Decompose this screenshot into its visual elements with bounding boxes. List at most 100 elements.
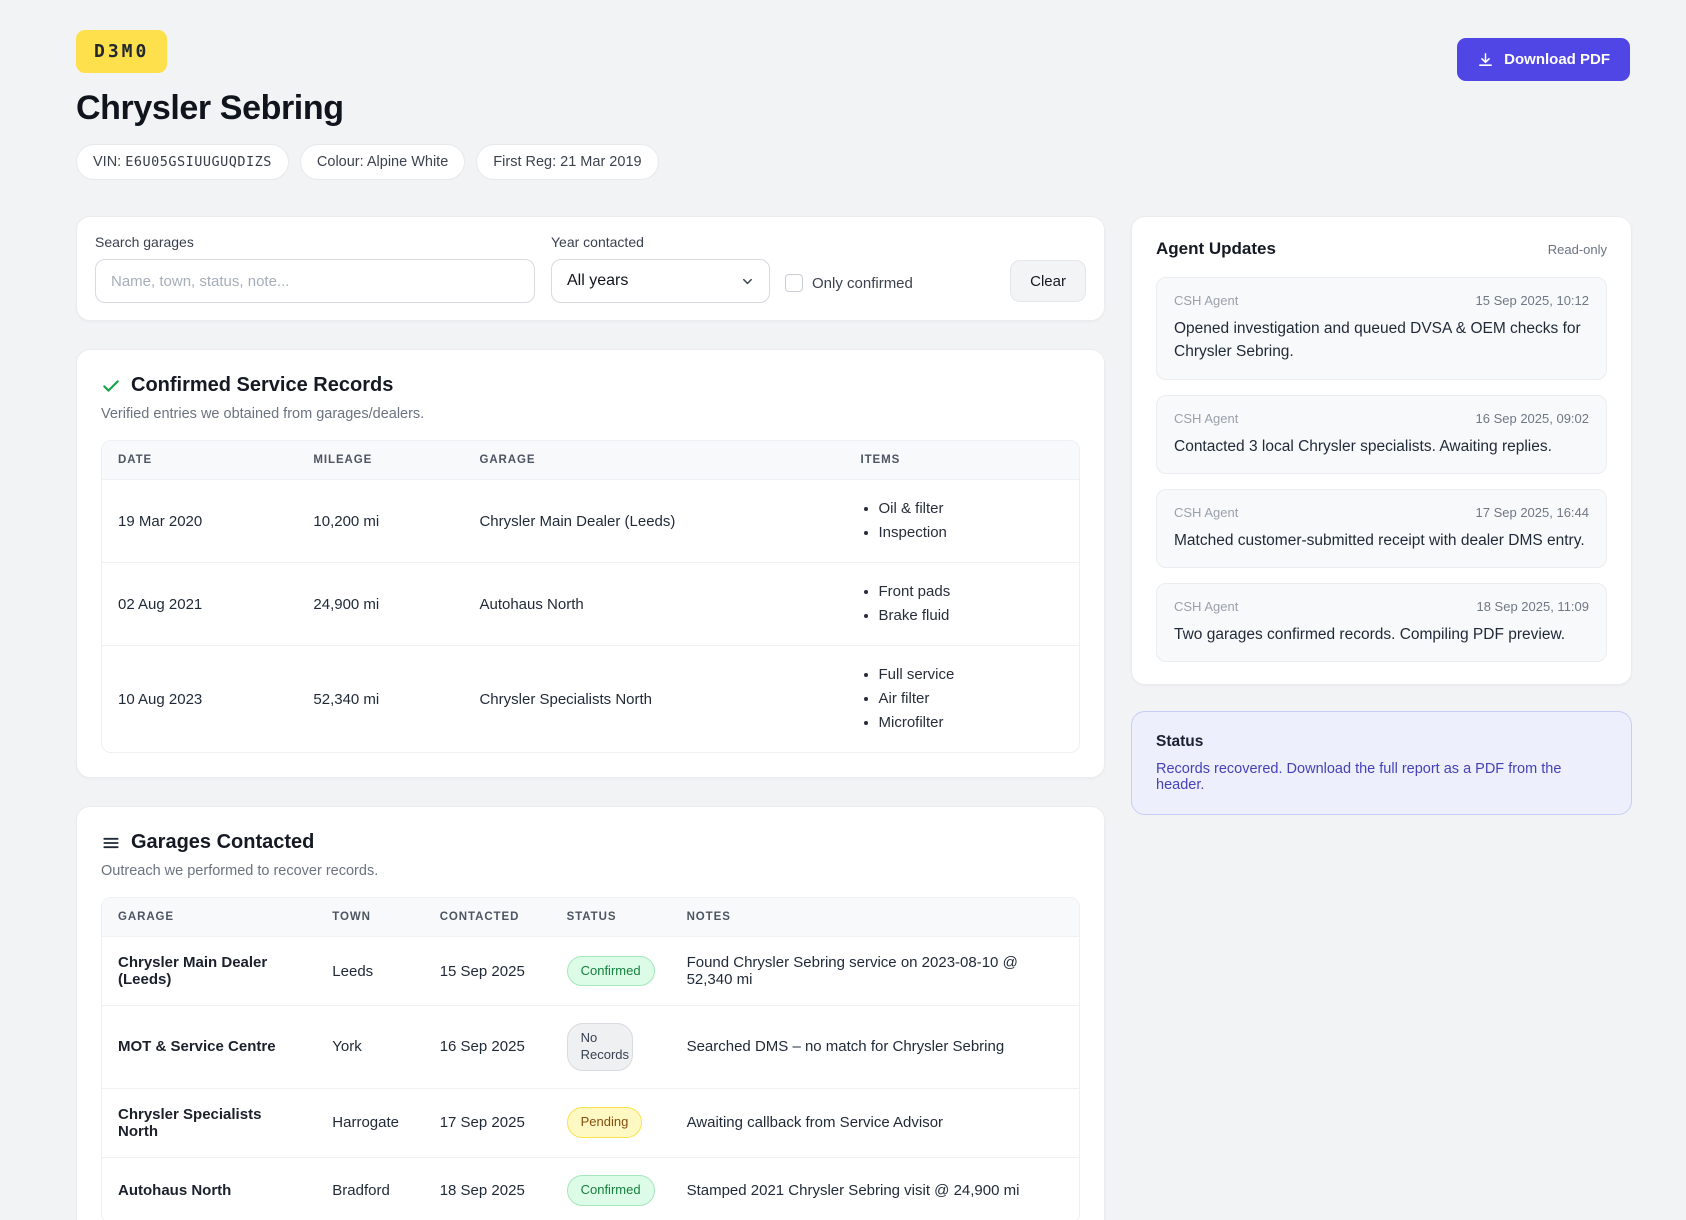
- vin-label: VIN:: [93, 154, 122, 170]
- status-badge: Pending: [566, 1107, 643, 1139]
- update-timestamp: 17 Sep 2025, 16:44: [1475, 504, 1590, 520]
- update-agent: CSH Agent: [1174, 599, 1239, 614]
- cell-town: Harrogate: [332, 1114, 399, 1132]
- cell-items: Oil & filter Inspection: [845, 480, 1080, 563]
- year-label: Year contacted: [551, 234, 644, 250]
- status-message: Records recovered. Download the full rep…: [1156, 761, 1562, 794]
- agent-updates-card: Agent Updates Read-only CSH Agent 15 Sep…: [1131, 216, 1632, 686]
- table-row: 19 Mar 2020 10,200 mi Chrysler Main Deal…: [102, 479, 1080, 563]
- table-row: MOT & Service Centre York 16 Sep 2025 No…: [102, 1005, 1079, 1089]
- cell-garage: Autohaus North: [479, 595, 584, 613]
- readonly-label: Read-only: [1547, 241, 1607, 257]
- download-pdf-label: Download PDF: [1504, 51, 1610, 68]
- update-timestamp: 15 Sep 2025, 10:12: [1475, 293, 1590, 308]
- item: Microfilter: [879, 711, 1064, 735]
- vin-chip: VIN: E6U05GSIUUGUQDIZS: [76, 144, 289, 180]
- confirmed-records-table: Date Mileage Garage Items 19 Mar 2020 10…: [101, 440, 1080, 753]
- col-date: Date: [118, 454, 153, 466]
- col-town: Town: [332, 911, 371, 923]
- menu-lines-icon: [101, 833, 121, 853]
- year-select[interactable]: All years: [551, 259, 770, 303]
- year-select-value: All years: [567, 272, 629, 289]
- download-icon: [1477, 51, 1494, 68]
- cell-status: Confirmed: [551, 937, 671, 1006]
- item: Oil & filter: [879, 497, 1064, 521]
- page: D3M0 Chrysler Sebring VIN: E6U05GSIUUGUQ…: [0, 0, 1686, 1220]
- update-message: Matched customer-submitted receipt with …: [1174, 531, 1585, 549]
- cell-garage: MOT & Service Centre: [118, 1038, 276, 1056]
- header-left: D3M0 Chrysler Sebring VIN: E6U05GSIUUGUQ…: [76, 30, 659, 180]
- cell-mileage: 10,200 mi: [313, 512, 380, 530]
- update-timestamp: 18 Sep 2025, 11:09: [1476, 599, 1589, 614]
- col-notes: Notes: [686, 911, 731, 923]
- sidebar: Agent Updates Read-only CSH Agent 15 Sep…: [1131, 216, 1632, 816]
- search-group: Search garages: [95, 234, 535, 303]
- cell-garage: Autohaus North: [118, 1181, 232, 1199]
- cell-status: Confirmed: [551, 1157, 671, 1220]
- garages-contacted-table: Garage Town Contacted Status Notes Chrys…: [101, 897, 1080, 1220]
- cell-status: Pending: [551, 1088, 671, 1157]
- col-items: Items: [860, 454, 901, 466]
- cell-contacted: 17 Sep 2025: [439, 1114, 525, 1132]
- first-reg-chip: First Reg: 21 Mar 2019: [476, 144, 659, 180]
- header: D3M0 Chrysler Sebring VIN: E6U05GSIUUGUQ…: [76, 30, 1630, 180]
- cell-notes: Searched DMS – no match for Chrysler Seb…: [686, 1038, 1005, 1056]
- update-message: Two garages confirmed records. Compiling…: [1174, 626, 1566, 643]
- update-agent: CSH Agent: [1174, 293, 1239, 308]
- confirmed-records-title: Confirmed Service Records: [131, 374, 394, 396]
- table-row: Chrysler Main Dealer (Leeds) Leeds 15 Se…: [102, 936, 1079, 1006]
- col-status: Status: [566, 911, 617, 923]
- cell-town: York: [332, 1038, 362, 1056]
- col-garage: Garage: [479, 454, 536, 466]
- col-mileage: Mileage: [313, 454, 373, 466]
- chevron-down-icon: [740, 274, 755, 289]
- update-message: Opened investigation and queued DVSA & O…: [1174, 320, 1581, 361]
- table-row: 02 Aug 2021 24,900 mi Autohaus North Fro…: [102, 562, 1080, 646]
- cell-notes: Stamped 2021 Chrysler Sebring visit @ 24…: [686, 1181, 1020, 1199]
- cell-town: Leeds: [332, 962, 374, 980]
- search-input[interactable]: [95, 259, 535, 303]
- cell-garage: Chrysler Main Dealer (Leeds): [479, 512, 676, 530]
- status-badge: Confirmed: [566, 955, 655, 987]
- page-title: Chrysler Sebring: [76, 89, 344, 127]
- status-title: Status: [1156, 733, 1204, 751]
- confirmed-records-subtitle: Verified entries we obtained from garage…: [101, 406, 425, 422]
- item: Air filter: [879, 687, 1064, 711]
- cell-mileage: 52,340 mi: [313, 690, 380, 708]
- cell-contacted: 16 Sep 2025: [439, 1038, 525, 1056]
- status-panel: Status Records recovered. Download the f…: [1131, 711, 1632, 816]
- update-agent: CSH Agent: [1174, 410, 1239, 426]
- status-badge: No Records: [566, 1023, 633, 1071]
- download-pdf-button[interactable]: Download PDF: [1457, 38, 1630, 81]
- item: Front pads: [879, 580, 1064, 604]
- cell-date: 02 Aug 2021: [118, 595, 203, 613]
- demo-badge: D3M0: [76, 30, 168, 73]
- garages-contacted-subtitle: Outreach we performed to recover records…: [101, 863, 379, 879]
- cell-notes: Found Chrysler Sebring service on 2023-0…: [686, 954, 1018, 988]
- cell-town: Bradford: [332, 1181, 390, 1199]
- cell-garage: Chrysler Specialists North: [118, 1105, 262, 1140]
- cell-items: Front pads Brake fluid: [845, 563, 1080, 646]
- table-row: 10 Aug 2023 52,340 mi Chrysler Specialis…: [102, 645, 1080, 753]
- garages-contacted-title: Garages Contacted: [131, 831, 315, 853]
- cell-notes: Awaiting callback from Service Advisor: [686, 1114, 944, 1132]
- table-row: Autohaus North Bradford 18 Sep 2025 Conf…: [102, 1157, 1079, 1220]
- cell-items: Full service Air filter Microfilter: [845, 646, 1080, 753]
- only-confirmed-checkbox[interactable]: [785, 274, 803, 292]
- col-garage: Garage: [118, 911, 174, 923]
- agent-update-item: CSH Agent 18 Sep 2025, 11:09 Two garages…: [1156, 583, 1607, 663]
- search-label: Search garages: [95, 234, 194, 250]
- year-group: Year contacted All years: [551, 234, 770, 303]
- agent-update-item: CSH Agent 17 Sep 2025, 16:44 Matched cus…: [1156, 488, 1607, 568]
- agent-update-list: CSH Agent 15 Sep 2025, 10:12 Opened inve…: [1156, 277, 1607, 663]
- confirmed-records-card: Confirmed Service Records Verified entri…: [76, 349, 1105, 778]
- content-layout: Search garages Year contacted All years: [76, 216, 1632, 1220]
- cell-contacted: 18 Sep 2025: [439, 1181, 525, 1199]
- garages-contacted-card: Garages Contacted Outreach we performed …: [76, 806, 1105, 1220]
- only-confirmed-label: Only confirmed: [812, 274, 913, 292]
- filters-bar: Search garages Year contacted All years: [76, 216, 1105, 321]
- agent-updates-title: Agent Updates: [1156, 239, 1276, 258]
- clear-button[interactable]: Clear: [1010, 260, 1086, 302]
- update-agent: CSH Agent: [1174, 504, 1239, 520]
- cell-date: 10 Aug 2023: [118, 690, 203, 708]
